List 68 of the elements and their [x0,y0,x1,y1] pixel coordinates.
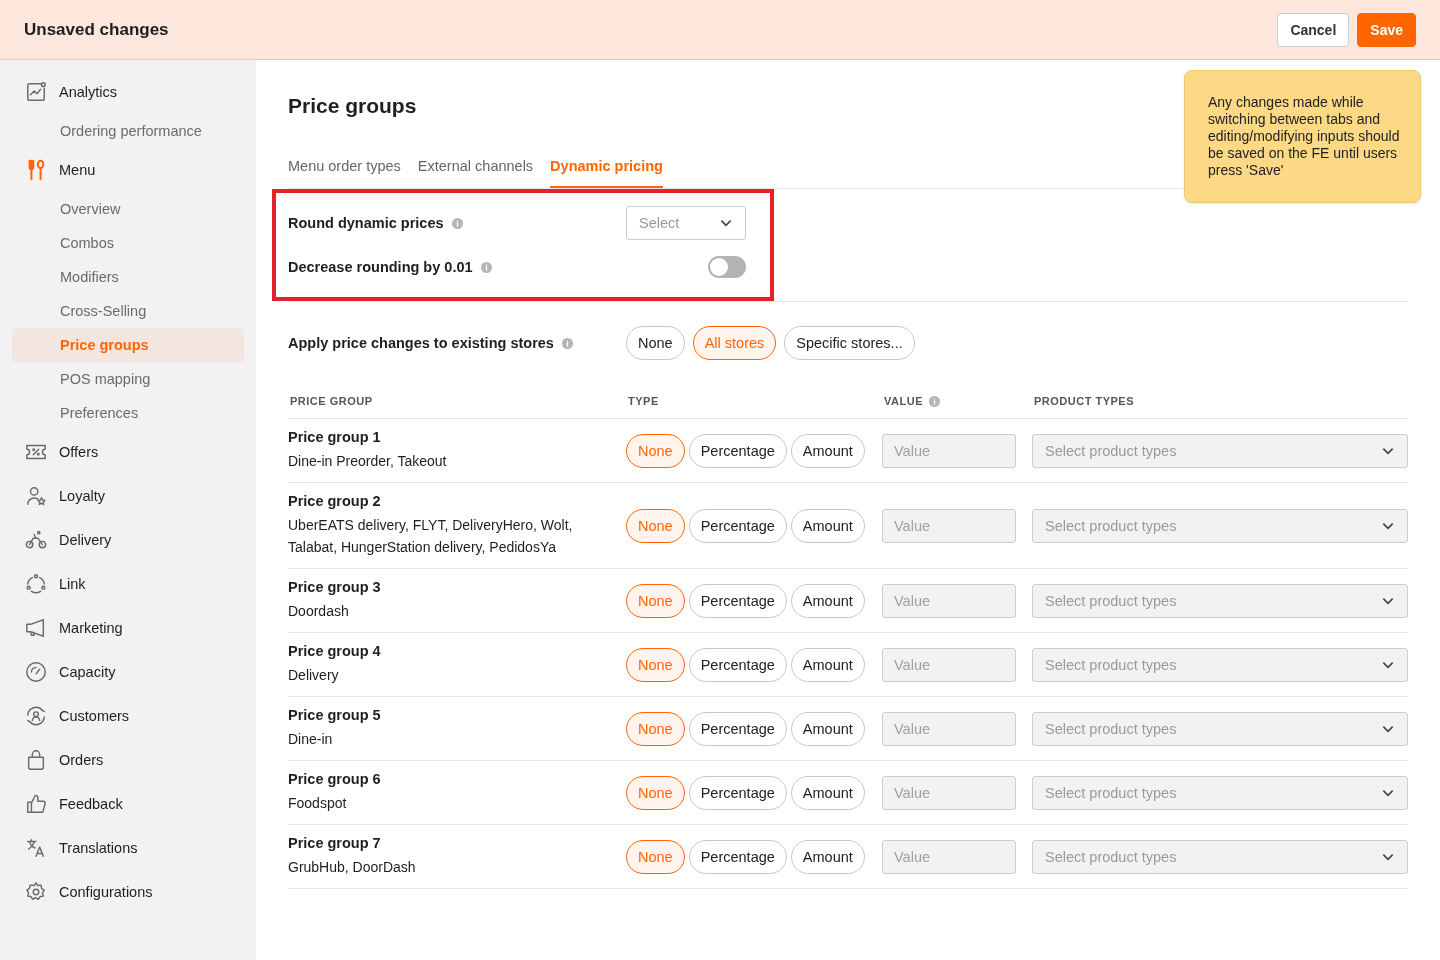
sidebar-subitem[interactable]: Cross-Selling [12,294,244,328]
column-header: PRODUCT TYPES [1034,395,1134,407]
type-option[interactable]: Percentage [688,508,787,543]
sidebar-item[interactable]: Offers [12,430,244,474]
sidebar-item[interactable]: Link [12,562,244,606]
toggle-switch[interactable] [708,256,746,278]
sidebar-item[interactable]: Delivery [12,518,244,562]
tab[interactable]: External channels [417,158,534,188]
unsaved-changes-title: Unsaved changes [24,19,169,40]
sidebar-subitem[interactable]: Ordering performance [12,114,244,148]
type-option[interactable]: Amount [790,775,865,810]
setting-label: Decrease rounding by 0.01 [288,259,473,275]
type-option[interactable]: Percentage [688,839,787,874]
column-header: PRICE GROUP [290,395,373,407]
sidebar-item[interactable]: Marketing [12,606,244,650]
sidebar-subitem[interactable]: Preferences [12,396,244,430]
type-option[interactable]: Amount [790,839,865,874]
price-group-name: Price group 6 [288,771,382,787]
sidebar-item[interactable]: Capacity [12,650,244,694]
column-header: TYPE [628,395,659,407]
price-group-name: Price group 2 [288,493,382,509]
sidebar-item[interactable]: Configurations [12,870,244,914]
type-option[interactable]: Amount [790,508,865,543]
sidebar-item[interactable]: Customers [12,694,244,738]
type-option[interactable]: Percentage [688,647,787,682]
cancel-button[interactable]: Cancel [1277,12,1350,47]
type-option[interactable]: Percentage [688,711,787,746]
column-header: VALUE [884,395,923,407]
price-group-name: Price group 3 [288,579,382,595]
price-group-channels: Foodspot [288,794,348,813]
sidebar-subitem[interactable]: Modifiers [12,260,244,294]
type-option[interactable]: Amount [790,433,865,468]
store-option[interactable]: Specific stores... [784,326,915,360]
tab[interactable]: Menu order types [288,158,401,188]
sidebar-item[interactable]: Feedback [12,782,244,826]
sidebar-subitem[interactable]: Combos [12,226,244,260]
type-option[interactable]: Percentage [688,433,787,468]
price-group-name: Price group 5 [288,707,382,723]
type-option[interactable]: Amount [790,711,865,746]
price-group-name: Price group 1 [288,429,382,445]
note-text: Any changes made while switching between tabs and editing/modifying inputs should be saved on the FE until users press 'Save' [1208,94,1400,179]
price-group-channels: GrubHub, DoorDash [288,858,417,877]
type-option[interactable]: Percentage [688,583,787,618]
sidebar-subitem[interactable]: POS mapping [12,362,244,396]
sidebar-item[interactable]: Menu [12,148,244,192]
price-group-name: Price group 7 [288,835,382,851]
price-group-channels: Dine-in [288,730,334,749]
price-group-channels: Delivery [288,666,340,685]
setting-label: Apply price changes to existing stores [288,335,554,351]
page-title: Price groups [288,94,417,118]
sidebar-item[interactable]: Loyalty [12,474,244,518]
info-icon[interactable] [561,337,573,349]
sidebar-item[interactable]: Orders [12,738,244,782]
type-option[interactable]: Amount [790,647,865,682]
info-icon[interactable] [451,217,463,229]
sidebar-item[interactable]: Analytics [12,70,244,114]
type-option[interactable]: Percentage [688,775,787,810]
sidebar-item[interactable]: Translations [12,826,244,870]
price-group-name: Price group 4 [288,643,382,659]
price-group-channels: Doordash [288,602,350,621]
price-group-channels: Dine-in Preorder, Takeout [288,452,448,471]
info-icon[interactable] [480,261,492,273]
store-option[interactable]: None [626,326,685,360]
setting-label: Round dynamic prices [288,215,444,231]
sidebar-subitem[interactable]: Overview [12,192,244,226]
price-group-channels: UberEATS delivery, FLYT, DeliveryHero, Wolt, Talabat, HungerStation delivery, PedidosYa [288,516,574,557]
info-icon[interactable] [928,395,940,407]
type-option[interactable]: Amount [790,583,865,618]
